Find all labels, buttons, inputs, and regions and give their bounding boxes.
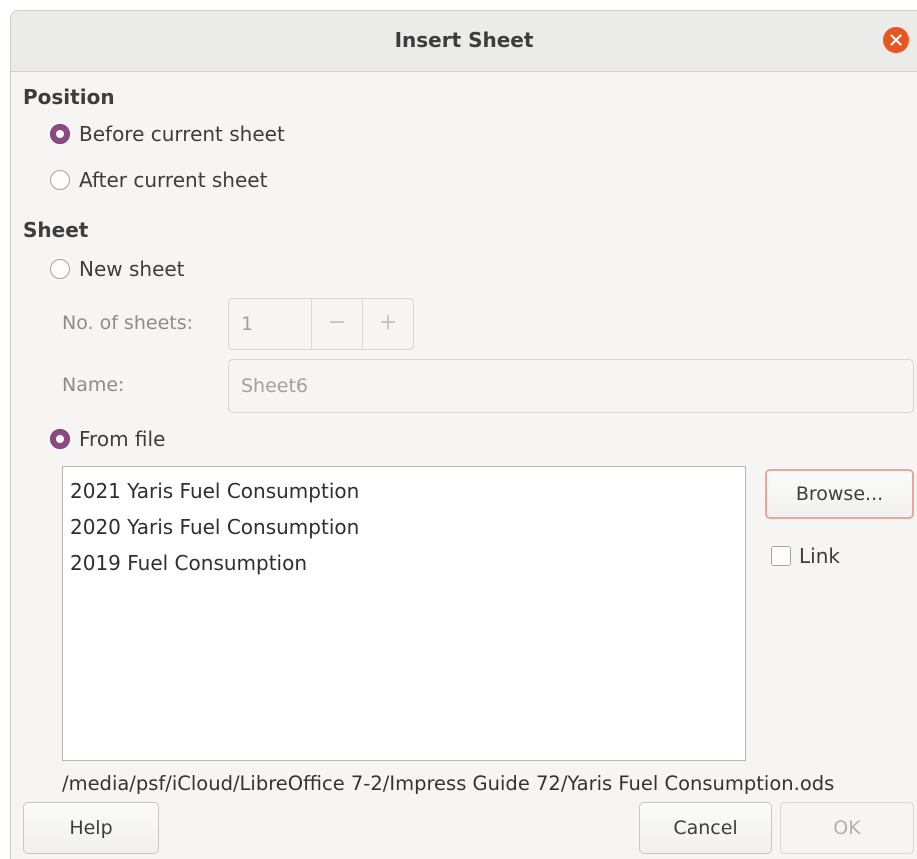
radio-label: After current sheet	[79, 168, 268, 192]
close-button[interactable]	[883, 27, 909, 53]
link-checkbox[interactable]	[771, 546, 791, 566]
name-label: Name:	[62, 374, 125, 396]
radio-before-current-sheet[interactable]: Before current sheet	[50, 119, 285, 149]
radio-unselected-indicator	[50, 170, 70, 190]
list-item[interactable]: 2019 Fuel Consumption	[63, 545, 745, 581]
position-heading: Position	[23, 85, 115, 109]
file-sheets-list[interactable]: 2021 Yaris Fuel Consumption 2020 Yaris F…	[62, 466, 746, 761]
no-of-sheets-label: No. of sheets:	[62, 312, 194, 334]
sheet-heading: Sheet	[23, 218, 89, 242]
radio-label: New sheet	[79, 257, 185, 281]
radio-new-sheet[interactable]: New sheet	[50, 254, 185, 284]
radio-selected-indicator	[50, 124, 70, 144]
insert-sheet-dialog: Insert Sheet Position Before current she…	[10, 10, 917, 859]
sheet-name-input: Sheet6	[228, 359, 914, 413]
radio-selected-indicator	[50, 429, 70, 449]
list-item[interactable]: 2021 Yaris Fuel Consumption	[63, 473, 745, 509]
increment-button: +	[378, 310, 398, 335]
ok-button[interactable]: OK	[780, 802, 914, 854]
file-path: /media/psf/iCloud/LibreOffice 7-2/Impres…	[62, 772, 835, 795]
list-item[interactable]: 2020 Yaris Fuel Consumption	[63, 509, 745, 545]
help-button[interactable]: Help	[23, 802, 159, 854]
radio-after-current-sheet[interactable]: After current sheet	[50, 165, 267, 195]
no-of-sheets-spinner: 1 − +	[228, 298, 414, 350]
radio-label: Before current sheet	[79, 122, 285, 146]
radio-label: From file	[79, 427, 166, 451]
no-of-sheets-value: 1	[229, 299, 313, 349]
browse-button[interactable]: Browse...	[765, 469, 914, 519]
radio-unselected-indicator	[50, 259, 70, 279]
title-bar: Insert Sheet	[11, 11, 917, 72]
decrement-button: −	[312, 299, 364, 349]
link-label: Link	[799, 544, 840, 568]
close-icon	[890, 34, 902, 46]
dialog-title: Insert Sheet	[394, 28, 534, 52]
radio-from-file[interactable]: From file	[50, 424, 165, 454]
link-checkbox-row[interactable]: Link	[771, 541, 840, 571]
cancel-button[interactable]: Cancel	[639, 802, 772, 854]
